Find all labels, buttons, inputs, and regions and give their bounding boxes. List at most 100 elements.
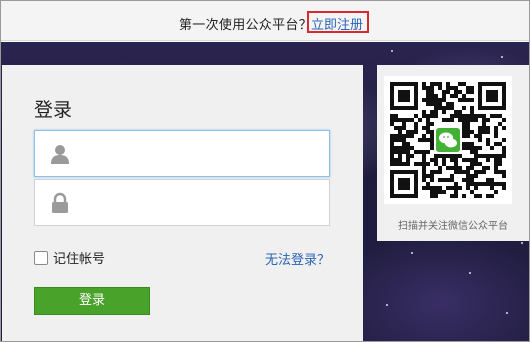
qr-module — [470, 178, 474, 182]
qr-module — [486, 178, 490, 182]
qr-module — [474, 150, 478, 154]
qr-module — [454, 90, 458, 94]
page-frame: 第一次使用公众平台？ 立即注册 登录 记住帐号 无法登录？ 登录 扫描并关注微信… — [0, 0, 530, 342]
qr-module — [470, 190, 474, 194]
qr-module — [478, 170, 482, 174]
qr-module — [462, 98, 466, 102]
qr-module — [418, 150, 422, 154]
register-link[interactable]: 立即注册 — [311, 14, 363, 33]
qr-module — [470, 146, 474, 150]
qr-module — [490, 178, 494, 182]
qr-module — [430, 98, 434, 102]
qr-module — [422, 82, 426, 86]
qr-module — [462, 114, 466, 118]
qr-module — [414, 130, 418, 134]
qr-module — [462, 194, 466, 198]
qr-module — [490, 146, 494, 150]
qr-module — [442, 110, 446, 114]
qr-module — [438, 82, 442, 86]
qr-module — [434, 170, 438, 174]
qr-module — [390, 122, 394, 126]
lock-icon — [52, 192, 68, 213]
qr-module — [434, 98, 438, 102]
qr-module — [450, 102, 454, 106]
qr-module — [394, 150, 398, 154]
qr-code — [384, 76, 512, 204]
qr-module — [458, 90, 462, 94]
qr-module — [390, 146, 394, 150]
qr-module — [426, 102, 430, 106]
password-input[interactable] — [83, 188, 319, 218]
qr-module — [442, 106, 446, 110]
qr-module — [490, 186, 494, 190]
qr-module — [466, 122, 470, 126]
qr-module — [394, 118, 398, 122]
qr-module — [470, 130, 474, 134]
qr-module — [486, 158, 490, 162]
qr-module — [430, 186, 434, 190]
qr-module — [462, 82, 466, 86]
remember-checkbox[interactable] — [34, 250, 48, 265]
star — [506, 312, 508, 314]
qr-module — [486, 154, 490, 158]
qr-module — [462, 94, 466, 98]
qr-module — [430, 138, 434, 142]
qr-module — [438, 102, 442, 106]
qr-module — [458, 118, 462, 122]
qr-module — [434, 114, 438, 118]
qr-module — [474, 170, 478, 174]
qr-module — [474, 174, 478, 178]
qr-module — [502, 174, 506, 178]
qr-module — [434, 102, 438, 106]
qr-module — [430, 114, 434, 118]
qr-module — [390, 142, 394, 146]
qr-module — [410, 130, 414, 134]
qr-module — [458, 110, 462, 114]
qr-module — [454, 170, 458, 174]
qr-module — [422, 114, 426, 118]
qr-module — [434, 82, 438, 86]
qr-module — [482, 122, 486, 126]
qr-module — [474, 182, 478, 186]
qr-module — [446, 118, 450, 122]
username-field[interactable] — [34, 130, 330, 177]
qr-module — [466, 86, 470, 90]
qr-module — [398, 130, 402, 134]
qr-module — [502, 182, 506, 186]
qr-module — [426, 118, 430, 122]
qr-module — [402, 126, 406, 130]
qr-module — [474, 146, 478, 150]
star — [501, 56, 503, 58]
qr-module — [482, 130, 486, 134]
qr-module — [498, 182, 502, 186]
qr-module — [422, 174, 426, 178]
qr-module — [466, 126, 470, 130]
qr-module — [470, 142, 474, 146]
login-button[interactable]: 登录 — [34, 287, 150, 315]
cannot-login-link[interactable]: 无法登录？ — [265, 249, 330, 268]
qr-module — [470, 98, 474, 102]
qr-module — [398, 150, 402, 154]
qr-module — [466, 174, 470, 178]
qr-module — [482, 170, 486, 174]
qr-module — [454, 182, 458, 186]
qr-module — [478, 130, 482, 134]
wechat-icon — [434, 126, 462, 154]
qr-module — [494, 166, 498, 170]
qr-module — [474, 162, 478, 166]
qr-module — [446, 178, 450, 182]
username-input[interactable] — [83, 139, 319, 169]
qr-module — [470, 150, 474, 154]
qr-module — [474, 186, 478, 190]
qr-module — [410, 118, 414, 122]
qr-module — [406, 154, 410, 158]
qr-module — [458, 154, 462, 158]
qr-module — [478, 134, 482, 138]
qr-module — [446, 102, 450, 106]
qr-module — [414, 162, 418, 166]
qr-module — [422, 158, 426, 162]
qr-module — [466, 158, 470, 162]
password-field[interactable] — [34, 179, 330, 226]
qr-module — [434, 194, 438, 198]
remember-account[interactable]: 记住帐号 — [34, 248, 105, 267]
